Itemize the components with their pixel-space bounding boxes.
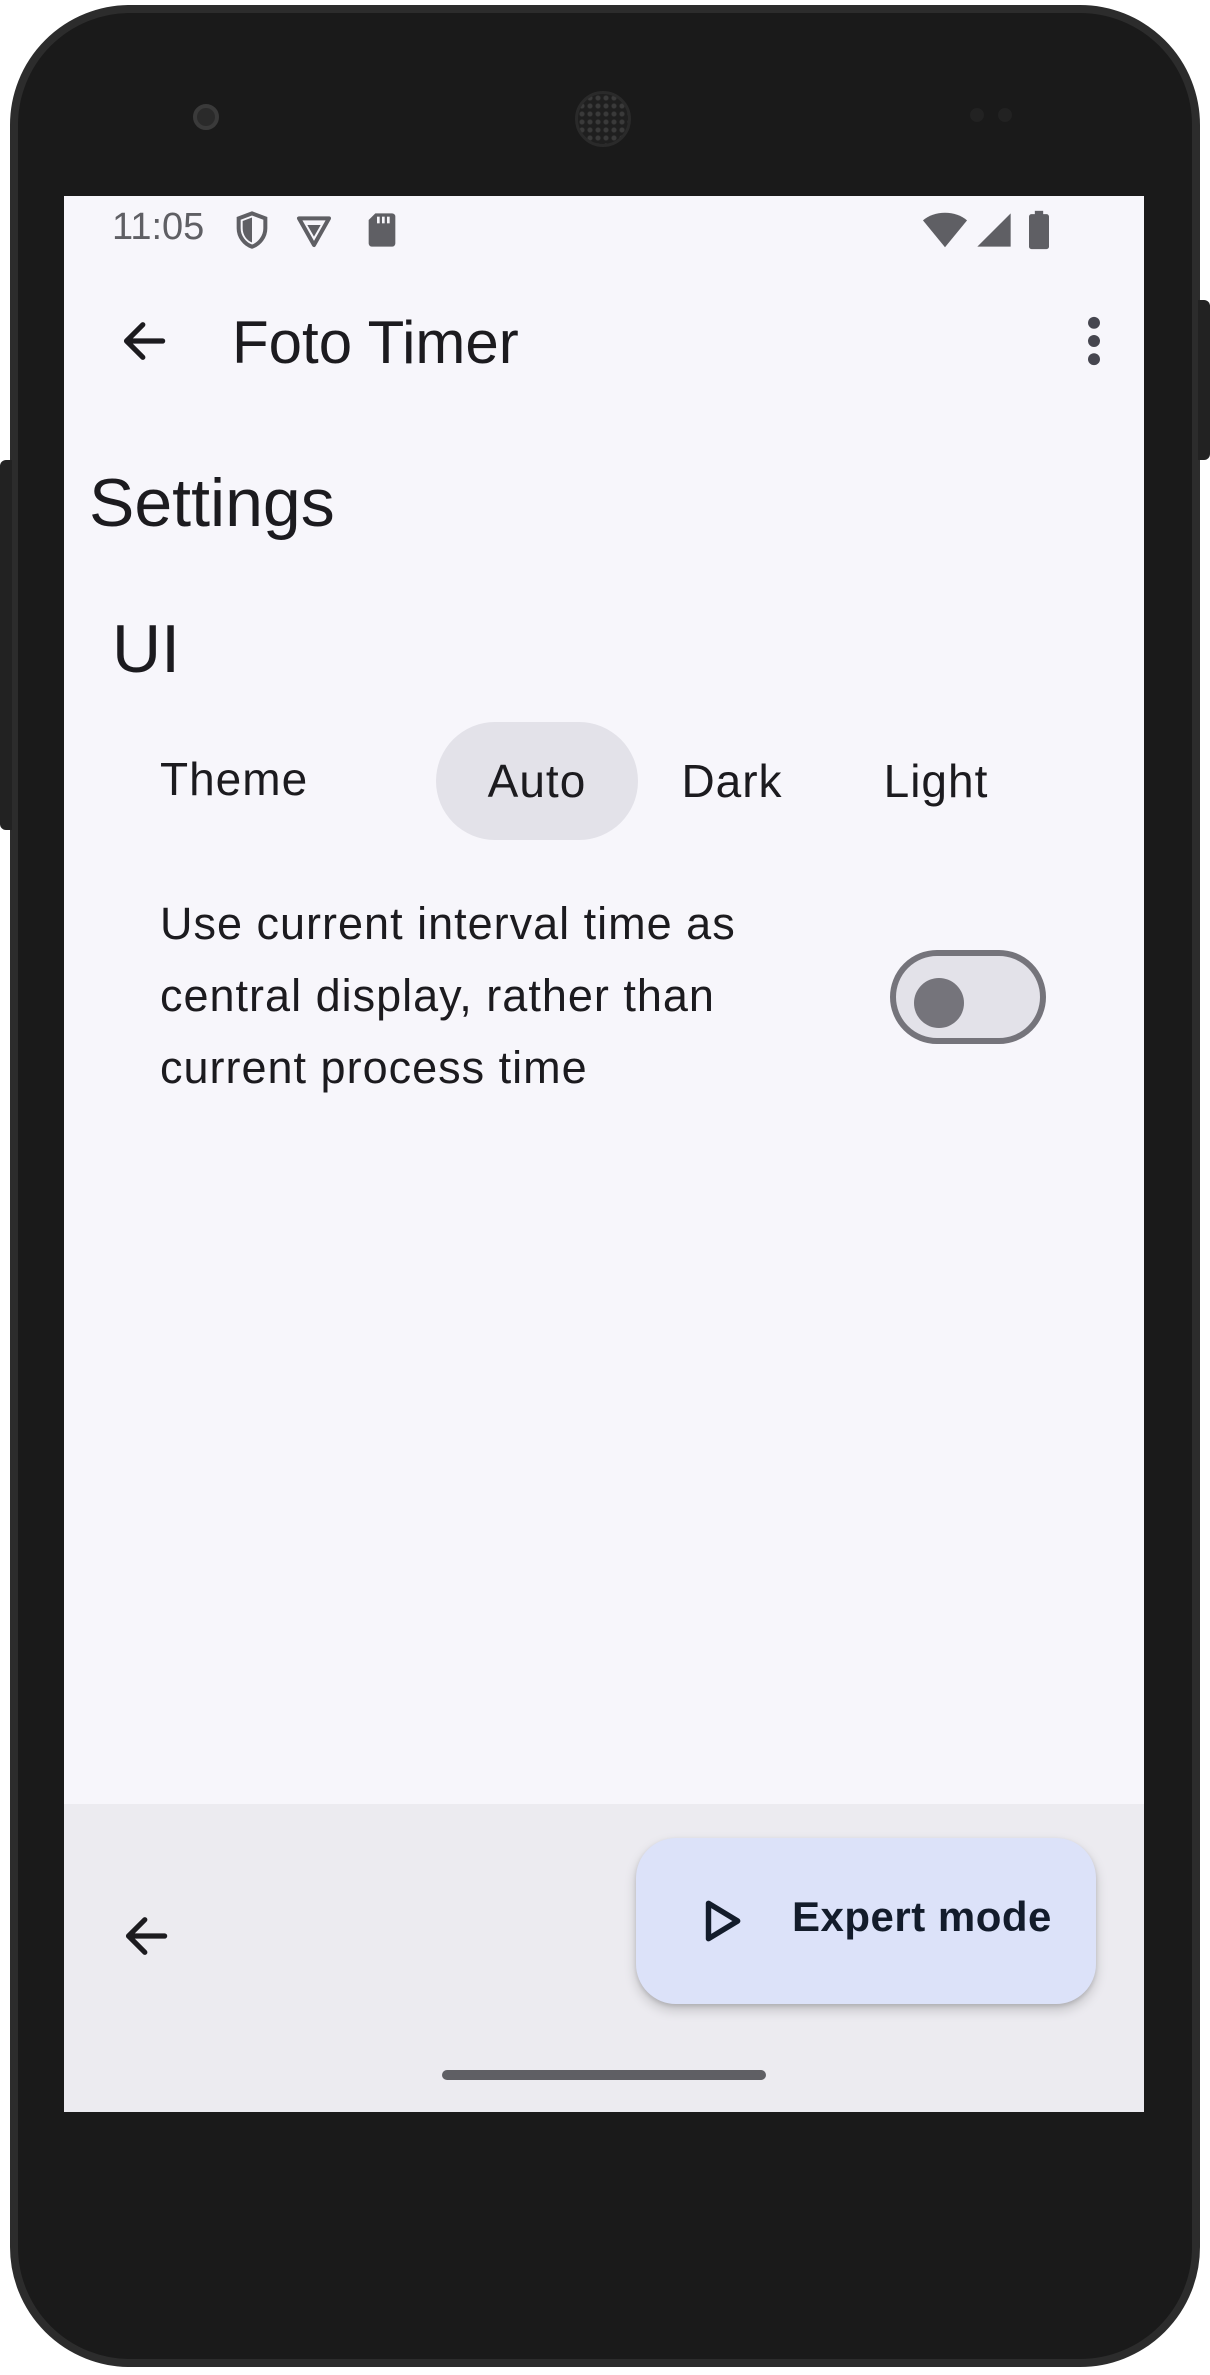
proximity-sensor	[970, 108, 1030, 124]
front-camera	[193, 104, 219, 130]
status-bar: 11:05	[64, 196, 1144, 266]
interval-display-switch[interactable]	[890, 950, 1046, 1044]
app-title: Foto Timer	[232, 309, 519, 376]
arrow-back-icon	[125, 1917, 168, 1955]
shield-icon	[236, 211, 268, 249]
battery-icon	[1029, 210, 1049, 250]
gesture-navigation-bar[interactable]	[442, 2070, 766, 2080]
top-app-bar: Foto Timer	[64, 286, 1144, 396]
play-outline-icon	[705, 1900, 741, 1942]
interval-display-label: Use current interval time as central dis…	[160, 898, 736, 1093]
status-time: 11:05	[112, 206, 205, 248]
power-button	[1198, 300, 1210, 460]
signal-icon	[977, 213, 1011, 247]
earpiece-speaker	[575, 91, 631, 147]
section-title-ui: UI	[112, 611, 180, 687]
theme-option-dark[interactable]: Dark	[640, 722, 824, 840]
sd-card-icon	[368, 213, 396, 247]
bottom-back-button[interactable]	[104, 1894, 188, 1978]
back-button[interactable]	[104, 301, 184, 381]
more-vert-icon	[1088, 316, 1100, 366]
more-options-button[interactable]	[1064, 301, 1124, 381]
vpn-icon	[297, 216, 331, 247]
theme-option-auto[interactable]: Auto	[436, 722, 638, 840]
theme-option-light[interactable]: Light	[826, 722, 1046, 840]
bottom-app-bar: Expert mode	[64, 1804, 1144, 2112]
arrow-back-icon	[123, 322, 166, 360]
theme-label: Theme	[160, 753, 309, 805]
switch-thumb	[914, 978, 964, 1028]
expert-mode-label: Expert mode	[792, 1893, 1052, 1940]
screen: 11:05 Foto Timer Settings UI Theme Auto …	[64, 196, 1144, 2112]
page-title: Settings	[89, 465, 335, 541]
volume-button	[0, 460, 12, 830]
expert-mode-button[interactable]: Expert mode	[636, 1838, 1096, 2004]
wifi-icon	[922, 212, 968, 248]
